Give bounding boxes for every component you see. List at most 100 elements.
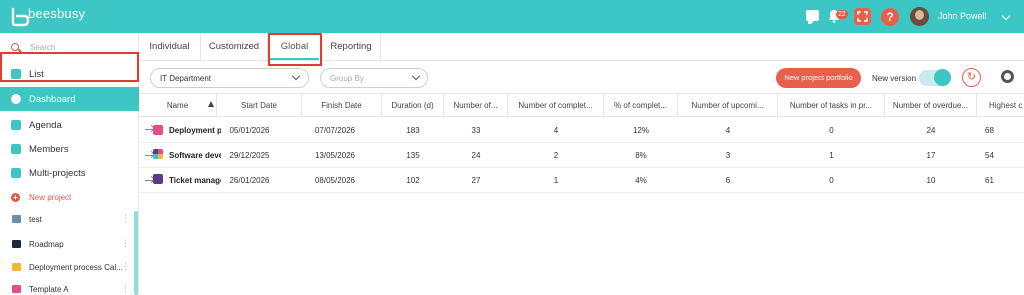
sidebar-project-roadmap[interactable]: Roadmap ⋮	[0, 235, 139, 255]
sidebar-item-label: Multi-projects	[29, 168, 86, 179]
upcoming: 3	[725, 151, 731, 160]
highest: 54	[985, 151, 994, 160]
sidebar-item-multi-projects[interactable]: Multi-projects	[0, 161, 139, 185]
sidebar-item-agenda[interactable]: Agenda	[0, 113, 139, 137]
user-menu-chevron-icon[interactable]	[1001, 11, 1011, 21]
percent-complete: 12%	[632, 126, 649, 135]
sidebar-item-label: Members	[29, 144, 69, 155]
more-options-icon[interactable]: ⋮	[121, 261, 130, 272]
column-header-upcoming[interactable]: Number of upcomi...	[678, 94, 778, 117]
upcoming: 4	[725, 126, 731, 135]
number-of-tasks: 24	[471, 151, 481, 160]
completed: 4	[553, 126, 559, 135]
group-by-placeholder: Group By	[330, 74, 364, 83]
briefcase-icon	[12, 215, 21, 223]
members-icon	[11, 144, 21, 154]
project-label: Deployment process Cal...	[29, 263, 123, 272]
new-project-label: New project	[29, 193, 72, 202]
column-header-start-date[interactable]: Start Date	[217, 94, 302, 117]
group-by-select[interactable]: Group By	[320, 68, 428, 88]
brand-name: beesbusy	[28, 6, 86, 21]
chat-icon[interactable]	[806, 10, 819, 24]
project-label: Roadmap	[29, 240, 64, 249]
help-icon[interactable]: ?	[881, 8, 899, 26]
start-date: 29/12/2025	[229, 151, 270, 160]
table-row[interactable]: Ticket manage 26/01/2026 08/05/2026 102 …	[139, 168, 1024, 193]
overdue: 10	[926, 176, 936, 185]
project-label: test	[29, 215, 42, 224]
table-row[interactable]: Software devel 29/12/2025 13/05/2026 135…	[139, 143, 1024, 168]
new-project-portfolio-button[interactable]: New project portfolio	[776, 68, 861, 88]
dashboard-highlight-frame	[0, 52, 139, 82]
department-value: IT Department	[160, 74, 211, 83]
more-options-icon[interactable]: ⋮	[121, 283, 130, 294]
briefcase-icon	[12, 285, 21, 293]
project-name[interactable]: Ticket manage	[169, 168, 221, 193]
pie-chart-icon	[11, 94, 21, 104]
chevron-down-icon	[411, 71, 421, 81]
sidebar-project-deployment[interactable]: Deployment process Cal... ⋮	[0, 258, 139, 278]
toggle-knob[interactable]	[934, 69, 951, 86]
document-icon	[11, 168, 21, 178]
start-date: 05/01/2026	[229, 126, 270, 135]
more-options-icon[interactable]: ⋮	[121, 213, 130, 224]
upcoming: 6	[725, 176, 731, 185]
overdue: 17	[926, 151, 936, 160]
column-header-percent-complete[interactable]: % of complet...	[604, 94, 678, 117]
avatar[interactable]	[910, 7, 929, 26]
duration: 183	[406, 126, 420, 135]
table-header: Name Start Date Finish Date Duration (d)…	[139, 93, 1024, 117]
sidebar-search-input[interactable]: Search	[30, 43, 55, 52]
briefcase-icon	[12, 240, 21, 248]
top-bar: beesbusy 22 ? John Powell	[0, 0, 1024, 33]
start-date: 26/01/2026	[229, 176, 270, 185]
refresh-icon[interactable]: ↻	[962, 68, 981, 87]
sidebar-project-template-a[interactable]: Template A ⋮	[0, 280, 139, 295]
column-header-name[interactable]: Name	[139, 94, 217, 117]
project-name[interactable]: Deployment pr	[169, 118, 221, 143]
column-header-highest[interactable]: Highest c	[977, 94, 1024, 117]
new-project-button[interactable]: + New project	[0, 188, 139, 208]
finish-date: 07/07/2026	[314, 126, 356, 135]
more-options-icon[interactable]: ⋮	[121, 238, 130, 249]
sidebar-scrollbar[interactable]	[134, 211, 138, 295]
search-icon[interactable]	[11, 43, 19, 51]
user-name[interactable]: John Powell	[938, 11, 987, 21]
percent-complete: 4%	[635, 176, 647, 185]
overdue: 24	[926, 126, 936, 135]
sidebar-item-label: Dashboard	[29, 94, 76, 105]
column-header-finish-date[interactable]: Finish Date	[302, 94, 382, 117]
project-label: Template A	[29, 285, 69, 294]
new-version-label: New version	[872, 74, 917, 83]
gear-icon[interactable]	[1001, 70, 1014, 83]
highest: 61	[985, 176, 994, 185]
column-header-overdue[interactable]: Number of overdue...	[885, 94, 977, 117]
column-header-duration[interactable]: Duration (d)	[382, 94, 444, 117]
duration: 102	[406, 176, 420, 185]
completed: 2	[553, 151, 559, 160]
column-header-in-progress[interactable]: Number of tasks in pr...	[778, 94, 885, 117]
highest: 68	[985, 126, 994, 135]
table-row[interactable]: Deployment pr 05/01/2026 07/07/2026 183 …	[139, 118, 1024, 143]
sidebar-project-test[interactable]: test ⋮	[0, 210, 139, 230]
notification-badge: 22	[836, 10, 848, 19]
plus-icon: +	[11, 193, 20, 202]
in-progress: 1	[829, 151, 834, 160]
global-tab-highlight-frame	[268, 33, 322, 66]
column-header-completed[interactable]: Number of complet...	[508, 94, 604, 117]
completed: 1	[553, 176, 559, 185]
sidebar-item-members[interactable]: Members	[0, 137, 139, 161]
tab-customized[interactable]: Customized	[201, 33, 268, 61]
sort-ascending-icon[interactable]	[208, 101, 214, 107]
sidebar-item-label: Agenda	[29, 120, 62, 131]
in-progress: 0	[829, 176, 834, 185]
tab-individual[interactable]: Individual	[139, 33, 201, 61]
project-name[interactable]: Software devel	[169, 143, 221, 168]
briefcase-icon	[12, 263, 21, 271]
tab-reporting[interactable]: Reporting	[322, 33, 381, 61]
fullscreen-icon[interactable]	[854, 8, 871, 25]
column-header-number[interactable]: Number of...	[444, 94, 508, 117]
sidebar-item-dashboard[interactable]: Dashboard	[0, 87, 139, 111]
number-of-tasks: 33	[471, 126, 481, 135]
department-select[interactable]: IT Department	[150, 68, 309, 88]
